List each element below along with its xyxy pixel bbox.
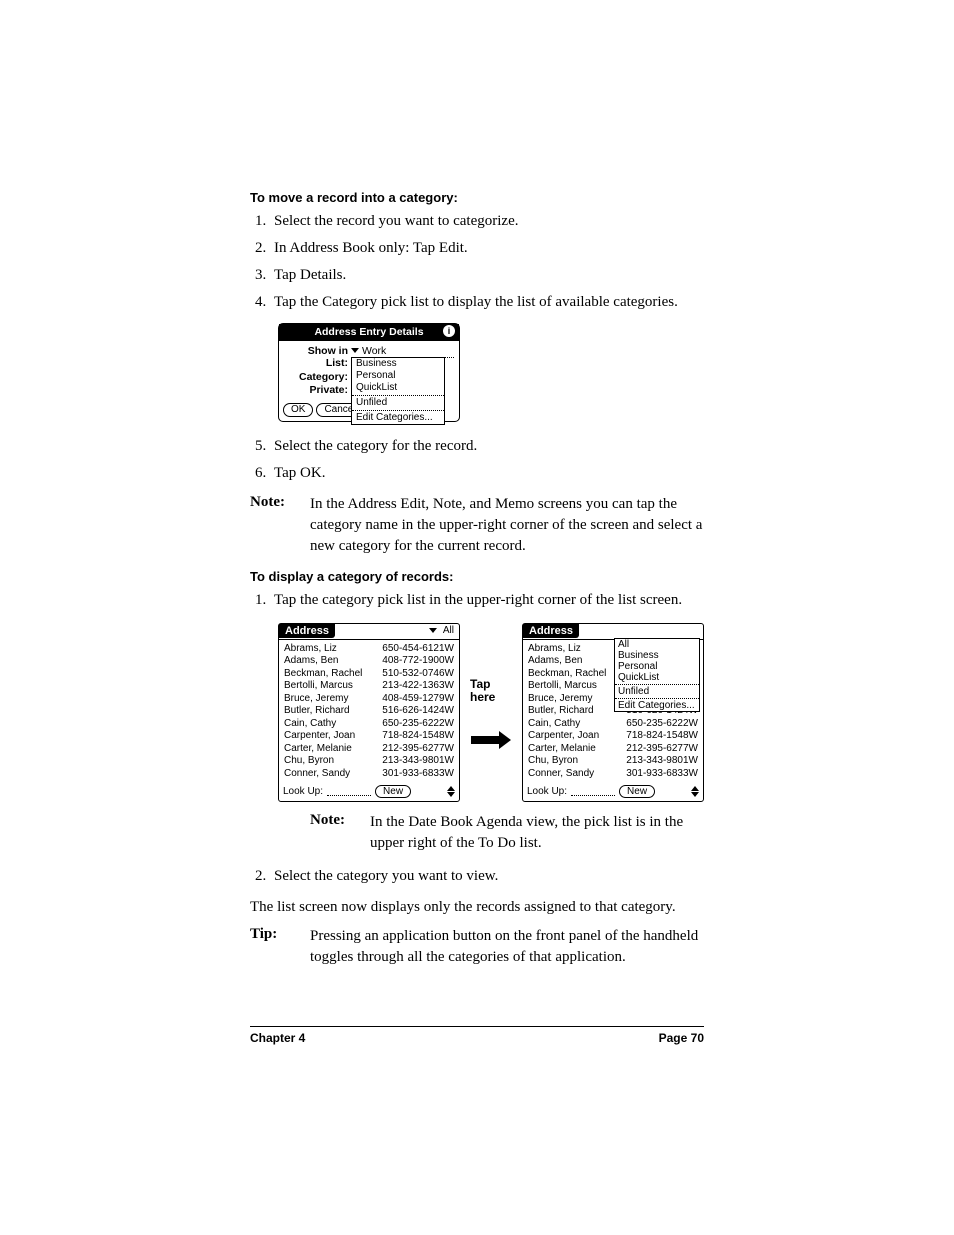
category-dropdown[interactable]: All Business Personal QuickList Unfiled … (614, 638, 700, 712)
dropdown-item[interactable]: Business (352, 358, 444, 370)
list-item[interactable]: Conner, Sandy301-933-6833W (528, 768, 698, 781)
list-item[interactable]: Adams, Ben408-772-1900W (284, 655, 454, 668)
dropdown-item[interactable]: Personal (352, 370, 444, 382)
category-label: Category: (284, 371, 351, 384)
list-item[interactable]: Cain, Cathy650-235-6222W (528, 718, 698, 731)
step-item: Select the category for the record. (270, 436, 704, 457)
dialog-title: Address Entry Details (314, 326, 423, 339)
dialog-titlebar: Address Entry Details i (279, 324, 459, 341)
dropdown-item[interactable]: Edit Categories... (352, 412, 444, 424)
address-entry-details-dialog: Address Entry Details i Show in List: Wo… (278, 323, 460, 422)
list-item[interactable]: Butler, Richard516-626-1424W (284, 705, 454, 718)
note-label: Note: (310, 812, 370, 854)
step-item: Tap Details. (270, 265, 704, 286)
annotation-text: Tap (470, 677, 490, 691)
chevron-down-icon (429, 628, 437, 633)
show-in-list-label: Show in List: (284, 345, 351, 370)
address-tab: Address (523, 624, 579, 638)
annotation-text: here (470, 690, 495, 704)
address-tab: Address (279, 624, 335, 638)
address-list-screen-right: Address All Business Personal QuickList … (522, 623, 704, 803)
dropdown-item[interactable]: QuickList (352, 382, 444, 394)
list-item[interactable]: Cain, Cathy650-235-6222W (284, 718, 454, 731)
info-icon[interactable]: i (443, 325, 455, 337)
list-item[interactable]: Carter, Melanie212-395-6277W (284, 743, 454, 756)
step-item: In Address Book only: Tap Edit. (270, 238, 704, 259)
lookup-input[interactable] (327, 787, 371, 796)
step-item: Tap OK. (270, 463, 704, 484)
list-item[interactable]: Carter, Melanie212-395-6277W (528, 743, 698, 756)
new-button[interactable]: New (619, 785, 655, 798)
lookup-input[interactable] (571, 787, 615, 796)
up-arrow-icon[interactable] (447, 786, 455, 791)
note-text: In the Date Book Agenda view, the pick l… (370, 812, 704, 854)
address-list-screen-left: Address All Abrams, Liz650-454-6121W Ada… (278, 623, 460, 803)
tip-label: Tip: (250, 926, 310, 968)
arrow-icon (471, 734, 511, 746)
list-item[interactable]: Carpenter, Joan718-824-1548W (284, 730, 454, 743)
list-item[interactable]: Carpenter, Joan718-824-1548W (528, 730, 698, 743)
tip-text: Pressing an application button on the fr… (310, 926, 704, 968)
step-item: Select the category you want to view. (270, 866, 704, 887)
list-item[interactable]: Conner, Sandy301-933-6833W (284, 768, 454, 781)
dropdown-item[interactable]: Edit Categories... (615, 700, 699, 711)
down-arrow-icon[interactable] (691, 792, 699, 797)
body-paragraph: The list screen now displays only the re… (250, 897, 704, 918)
list-item[interactable]: Bruce, Jeremy408-459-1279W (284, 693, 454, 706)
step-item: Tap the category pick list in the upper-… (270, 590, 704, 611)
dropdown-item[interactable]: Business (615, 650, 699, 661)
list-item[interactable]: Beckman, Rachel510-532-0746W (284, 668, 454, 681)
section-heading-2: To display a category of records: (250, 569, 704, 584)
up-arrow-icon[interactable] (691, 786, 699, 791)
contact-list[interactable]: Abrams, Liz650-454-6121W Adams, Ben408-7… (279, 640, 459, 783)
section-heading-1: To move a record into a category: (250, 190, 704, 205)
down-arrow-icon[interactable] (447, 792, 455, 797)
dropdown-item[interactable]: Personal (615, 661, 699, 672)
scroll-arrows[interactable] (691, 786, 699, 797)
private-label: Private: (284, 384, 351, 397)
list-item[interactable]: Chu, Byron213-343-9801W (528, 755, 698, 768)
list-item[interactable]: Chu, Byron213-343-9801W (284, 755, 454, 768)
note-text: In the Address Edit, Note, and Memo scre… (310, 494, 704, 557)
chevron-down-icon (351, 348, 359, 353)
lookup-label: Look Up: (527, 786, 567, 797)
step-item: Tap the Category pick list to display th… (270, 292, 704, 313)
lookup-label: Look Up: (283, 786, 323, 797)
step-item: Select the record you want to categorize… (270, 211, 704, 232)
dropdown-item[interactable]: All (615, 639, 699, 650)
ok-button[interactable]: OK (283, 403, 313, 417)
category-dropdown[interactable]: Business Personal QuickList Unfiled Edit… (351, 357, 445, 425)
footer-chapter: Chapter 4 (250, 1031, 305, 1045)
note-label: Note: (250, 494, 310, 557)
list-item[interactable]: Bertolli, Marcus213-422-1363W (284, 680, 454, 693)
new-button[interactable]: New (375, 785, 411, 798)
dropdown-item[interactable]: Unfiled (352, 397, 444, 409)
category-picklist[interactable]: All (429, 624, 459, 636)
footer-page: Page 70 (659, 1031, 704, 1045)
dropdown-item[interactable]: QuickList (615, 672, 699, 683)
dropdown-item[interactable]: Unfiled (615, 686, 699, 697)
scroll-arrows[interactable] (447, 786, 455, 797)
list-item[interactable]: Abrams, Liz650-454-6121W (284, 643, 454, 656)
